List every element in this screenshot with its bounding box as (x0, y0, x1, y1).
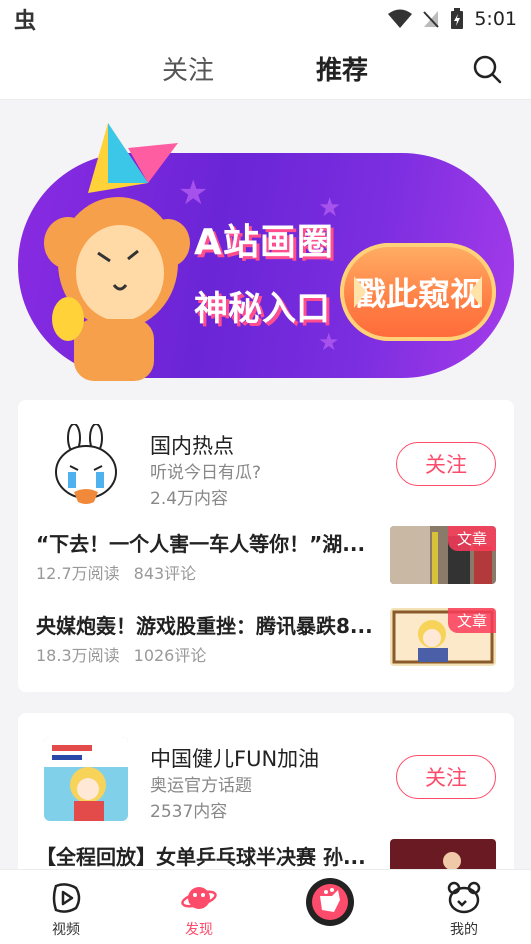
article-item[interactable]: 央媒炮轰！游戏股重挫：腾讯暴跌8... 18.3万阅读 1026评论 文章 (36, 602, 496, 684)
article-comments: 1026评论 (133, 646, 207, 665)
article-reads: 12.7万阅读 (36, 564, 120, 583)
nav-discover-label: 发现 (185, 922, 213, 938)
topic-content-count: 2.4万内容 (150, 489, 229, 509)
banner-title-line1: A站画圈 (194, 222, 334, 263)
rabbit-avatar (44, 424, 128, 508)
article-type-badge: 文章 (447, 608, 496, 633)
topic-card[interactable]: 中国健儿FUN加油 奥运官方话题 2537内容 关注 【全程回放】女单乒乓球半决… (18, 713, 514, 869)
article-comments: 843评论 (133, 564, 197, 583)
nav-mine[interactable]: 我的 (424, 880, 504, 939)
article-thumbnail (390, 839, 496, 869)
planet-icon (181, 887, 217, 909)
nav-discover[interactable]: 发现 (159, 880, 239, 939)
follow-button[interactable]: 关注 (396, 755, 496, 799)
monkey-mascot-illustration (44, 123, 190, 381)
bear-profile-icon (447, 881, 481, 914)
clock-time: 5:01 (474, 8, 517, 30)
nav-center-button[interactable] (290, 876, 370, 928)
topic-description: 奥运官方话题 (150, 776, 252, 796)
arrow-right-icon (470, 276, 482, 308)
article-item[interactable]: “下去！一个人害一车人等你！”湖... 12.7万阅读 843评论 文章 (36, 520, 496, 602)
top-nav: 关注 推荐 (0, 38, 531, 100)
table-tennis-thumbnail (390, 839, 496, 869)
nav-mine-label: 我的 (450, 922, 478, 938)
article-reads: 18.3万阅读 (36, 646, 120, 665)
nav-video-label: 视频 (52, 922, 80, 938)
article-thumbnail: 文章 (390, 526, 496, 584)
follow-button[interactable]: 关注 (396, 442, 496, 486)
article-meta: 12.7万阅读 843评论 (36, 560, 196, 584)
tab-recommend-label: 推荐 (316, 56, 369, 86)
article-type-badge: 文章 (447, 526, 496, 551)
article-title: 【全程回放】女单乒乓球半决赛 孙... (36, 845, 366, 869)
app-notification-icon: 虫 (14, 9, 37, 34)
bottom-nav: 视频 发现 我的 (0, 869, 531, 944)
nav-video[interactable]: 视频 (26, 880, 106, 939)
status-bar: 虫 5:01 (0, 0, 531, 38)
article-meta: 18.3万阅读 1026评论 (36, 642, 206, 666)
article-thumbnail: 文章 (390, 608, 496, 666)
feed[interactable]: ★ ★ ★ ★ A站画圈 神秘入口 戳此窥视 (0, 101, 531, 869)
article-title: “下去！一个人害一车人等你！”湖... (36, 532, 366, 556)
signal-off-icon (423, 11, 440, 28)
wifi-icon (388, 9, 413, 28)
arrow-left-icon (354, 276, 366, 308)
topic-name: 国内热点 (150, 434, 234, 458)
banner-title-line2: 神秘入口 (194, 289, 330, 329)
tab-recommend[interactable]: 推荐 (316, 50, 368, 87)
olympics-topic-avatar (44, 737, 128, 821)
banner-cta-label: 戳此窥视 (353, 275, 482, 313)
article-title: 央媒炮轰！游戏股重挫：腾讯暴跌8... (36, 614, 373, 638)
promo-banner[interactable]: ★ ★ ★ ★ A站画圈 神秘入口 戳此窥视 (18, 123, 514, 381)
topic-content-count: 2537内容 (150, 802, 228, 822)
topic-card[interactable]: 国内热点 听说今日有瓜? 2.4万内容 关注 “下去！一个人害一车人等你！”湖.… (18, 400, 514, 692)
star-decoration: ★ (318, 328, 340, 356)
article-item[interactable]: 【全程回放】女单乒乓球半决赛 孙... (36, 833, 496, 869)
topic-name: 中国健儿FUN加油 (150, 747, 320, 771)
chat-bubble-icon (306, 878, 354, 926)
banner-cta-button[interactable]: 戳此窥视 (340, 243, 496, 341)
battery-icon (451, 8, 464, 29)
topic-header[interactable]: 中国健儿FUN加油 奥运官方话题 2537内容 关注 (36, 713, 496, 833)
video-play-icon (52, 883, 81, 913)
tab-follow[interactable]: 关注 (162, 50, 214, 87)
topic-header[interactable]: 国内热点 听说今日有瓜? 2.4万内容 关注 (36, 400, 496, 520)
topic-description: 听说今日有瓜? (150, 463, 262, 483)
search-icon[interactable] (470, 52, 504, 86)
